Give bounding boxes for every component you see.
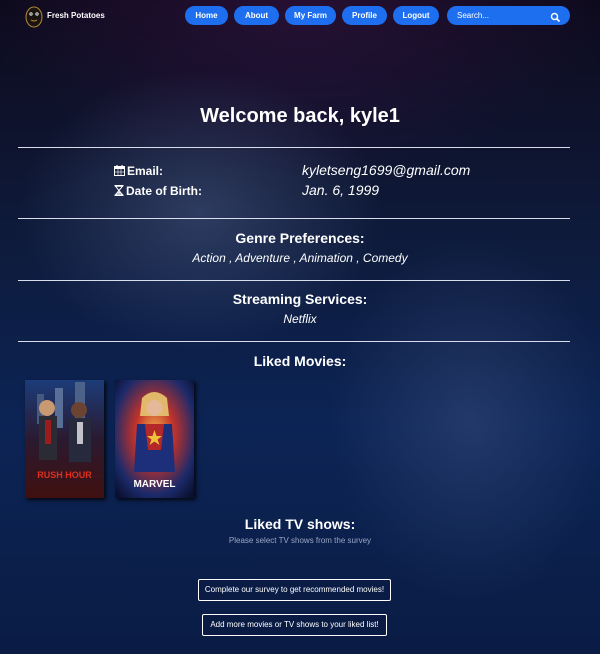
brand-name[interactable]: Fresh Potatoes — [47, 11, 105, 20]
nav-profile-button[interactable]: Profile — [342, 6, 387, 25]
divider — [18, 218, 570, 219]
genre-preferences-title: Genre Preferences: — [235, 230, 365, 246]
add-liked-items-button[interactable]: Add more movies or TV shows to your like… — [202, 614, 387, 636]
potato-logo-icon[interactable] — [24, 4, 44, 28]
email-label: Email: — [127, 164, 164, 178]
nav-home-button[interactable]: Home — [185, 6, 228, 25]
search-input[interactable] — [457, 9, 547, 22]
liked-movies-title: Liked Movies: — [253, 353, 347, 369]
search-bar[interactable] — [447, 6, 570, 25]
liked-tv-shows-hint: Please select TV shows from the survey — [228, 536, 372, 545]
welcome-heading: Welcome back, kyle1 — [200, 105, 400, 127]
divider — [18, 147, 570, 148]
liked-tv-shows-title: Liked TV shows: — [244, 516, 356, 532]
navbar: Fresh Potatoes Home About My Farm Profil… — [0, 0, 600, 32]
nav-my-farm-button[interactable]: My Farm — [285, 6, 336, 25]
genre-preferences-list: Action , Adventure , Animation , Comedy — [192, 251, 408, 265]
search-icon[interactable] — [550, 10, 561, 23]
movie-poster-captain-marvel[interactable]: MARVEL — [115, 380, 194, 498]
nav-about-button[interactable]: About — [234, 6, 279, 25]
streaming-services-title: Streaming Services: — [232, 291, 368, 307]
dob-value: Jan. 6, 1999 — [302, 182, 380, 198]
email-label-row: Email: — [114, 164, 163, 178]
movie-poster-rush-hour[interactable]: RUSH HOUR — [25, 380, 104, 498]
nav-logout-button[interactable]: Logout — [393, 6, 439, 25]
dob-label-row: Date of Birth: — [114, 184, 202, 198]
divider — [18, 280, 570, 281]
hourglass-icon — [114, 185, 124, 196]
divider — [18, 341, 570, 342]
calendar-icon — [114, 165, 125, 176]
poster-title: MARVEL — [133, 479, 175, 490]
streaming-services-list: Netflix — [283, 312, 317, 326]
email-value: kyletseng1699@gmail.com — [302, 162, 471, 178]
complete-survey-button[interactable]: Complete our survey to get recommended m… — [198, 579, 391, 601]
dob-label: Date of Birth: — [126, 184, 202, 198]
poster-title: RUSH HOUR — [37, 470, 92, 480]
